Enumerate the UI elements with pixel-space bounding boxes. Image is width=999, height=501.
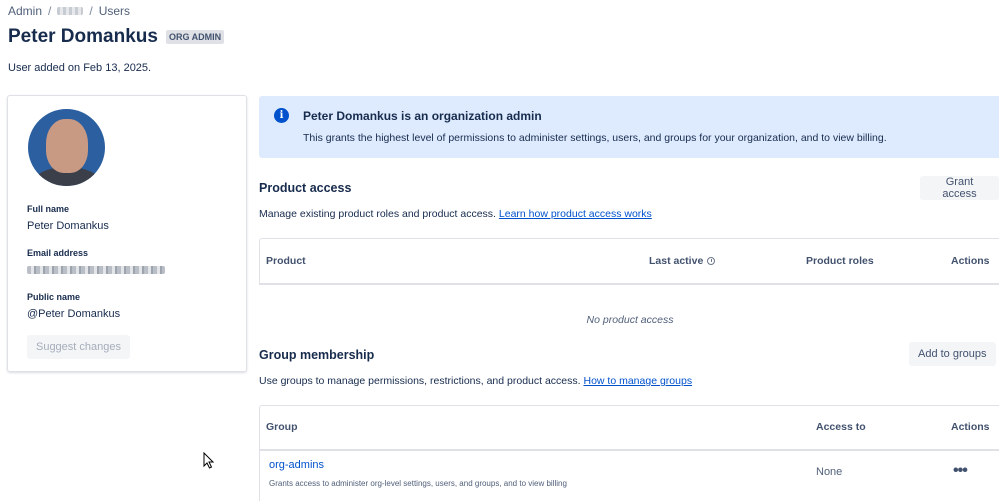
grant-access-button[interactable]: Grant access bbox=[920, 176, 999, 200]
breadcrumb-separator: / bbox=[89, 4, 93, 18]
col-actions: Actions bbox=[951, 255, 990, 267]
product-access-learn-link[interactable]: Learn how product access works bbox=[499, 208, 652, 220]
role-badge: ORG ADMIN bbox=[165, 30, 225, 44]
org-admin-banner: i Peter Domankus is an organization admi… bbox=[259, 96, 999, 158]
more-icon[interactable]: ••• bbox=[953, 462, 968, 480]
col-product-roles[interactable]: Product roles bbox=[806, 255, 874, 267]
col-access-to: Access to bbox=[816, 421, 866, 433]
no-product-access: No product access bbox=[586, 314, 674, 326]
group-access-value: None bbox=[816, 466, 843, 478]
product-table bbox=[259, 238, 999, 284]
product-access-desc: Manage existing product roles and produc… bbox=[259, 208, 652, 220]
col-last-active-label: Last active bbox=[649, 255, 704, 267]
full-name-value: Peter Domankus bbox=[27, 220, 109, 232]
group-description: Grants access to administer org-level se… bbox=[269, 479, 567, 488]
public-name-value: @Peter Domankus bbox=[27, 308, 121, 320]
banner-text: This grants the highest level of permiss… bbox=[303, 132, 887, 144]
group-membership-title: Group membership bbox=[259, 348, 375, 362]
avatar-face bbox=[46, 119, 88, 173]
full-name-label: Full name bbox=[27, 204, 70, 214]
info-icon: i bbox=[274, 108, 289, 123]
group-desc-text: Use groups to manage permissions, restri… bbox=[259, 375, 581, 387]
product-access-title: Product access bbox=[259, 181, 352, 195]
col-group-actions: Actions bbox=[951, 421, 990, 433]
banner-title: Peter Domankus is an organization admin bbox=[303, 109, 542, 123]
email-label: Email address bbox=[27, 248, 89, 258]
col-product[interactable]: Product bbox=[266, 255, 306, 267]
breadcrumb-separator: / bbox=[48, 4, 52, 18]
mouse-cursor-icon bbox=[203, 452, 215, 469]
user-added-date: User added on Feb 13, 2025. bbox=[8, 62, 152, 74]
breadcrumb-admin[interactable]: Admin bbox=[8, 4, 42, 18]
table-header-divider bbox=[259, 283, 999, 285]
info-clock-icon[interactable] bbox=[707, 257, 716, 266]
manage-groups-link[interactable]: How to manage groups bbox=[584, 375, 693, 387]
breadcrumb-org-redacted[interactable] bbox=[57, 7, 84, 15]
group-link-org-admins[interactable]: org-admins bbox=[269, 459, 324, 471]
page-title: Peter Domankus bbox=[8, 26, 158, 47]
profile-card: Full name Peter Domankus Email address P… bbox=[7, 95, 247, 372]
suggest-changes-button[interactable]: Suggest changes bbox=[27, 335, 130, 359]
table-header-divider bbox=[259, 449, 999, 451]
group-membership-desc: Use groups to manage permissions, restri… bbox=[259, 375, 692, 387]
product-access-desc-text: Manage existing product roles and produc… bbox=[259, 208, 496, 220]
breadcrumb: Admin / / Users bbox=[8, 4, 130, 18]
avatar bbox=[28, 109, 105, 186]
page-header: Peter Domankus ORG ADMIN bbox=[8, 26, 225, 48]
col-group[interactable]: Group bbox=[266, 421, 298, 433]
col-last-active[interactable]: Last active bbox=[649, 255, 716, 267]
add-to-groups-button[interactable]: Add to groups bbox=[909, 342, 996, 366]
email-value-redacted bbox=[27, 266, 165, 274]
breadcrumb-users[interactable]: Users bbox=[99, 4, 130, 18]
public-name-label: Public name bbox=[27, 292, 81, 302]
